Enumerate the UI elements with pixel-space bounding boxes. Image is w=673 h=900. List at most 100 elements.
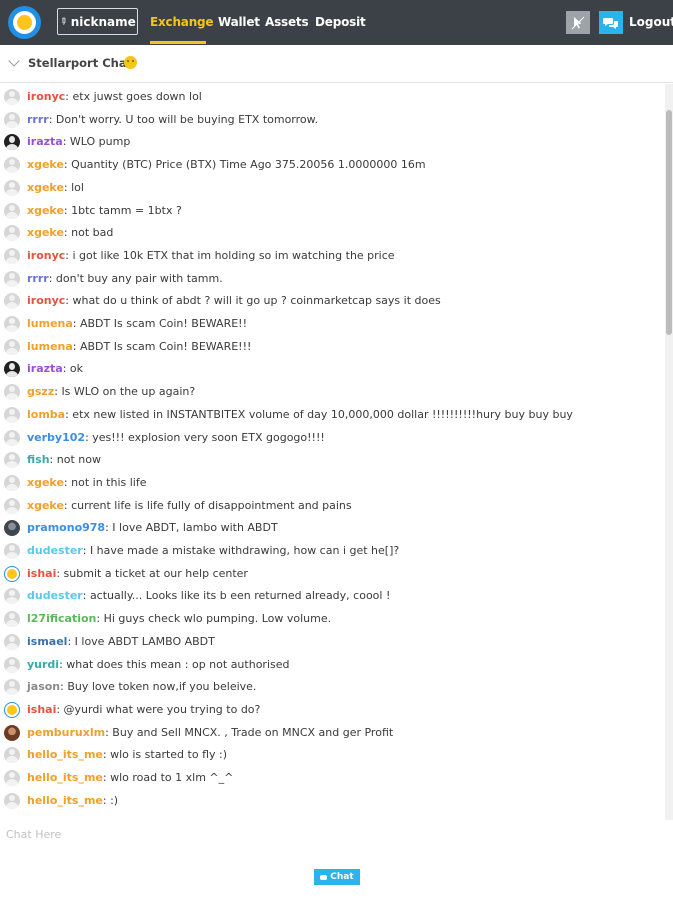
message-username[interactable]: dudester bbox=[27, 544, 83, 557]
avatar[interactable] bbox=[4, 406, 20, 423]
avatar[interactable] bbox=[4, 679, 20, 696]
avatar[interactable] bbox=[4, 225, 20, 242]
message-username[interactable]: yurdi bbox=[27, 658, 59, 671]
message-username[interactable]: xgeke bbox=[27, 499, 64, 512]
chat-message: dudester: I have made a mistake withdraw… bbox=[0, 540, 665, 562]
avatar[interactable] bbox=[4, 520, 20, 537]
message-username[interactable]: xgeke bbox=[27, 158, 64, 171]
avatar[interactable] bbox=[4, 611, 20, 628]
stellarport-logo[interactable] bbox=[8, 6, 41, 39]
avatar[interactable] bbox=[4, 543, 20, 559]
message-username[interactable]: ismael bbox=[27, 635, 67, 648]
message-username[interactable]: ishai bbox=[27, 703, 56, 716]
message-username[interactable]: xgeke bbox=[27, 181, 64, 194]
message-username[interactable]: rrrr bbox=[27, 113, 49, 126]
nav-link-deposit[interactable]: Deposit bbox=[315, 15, 366, 29]
avatar[interactable] bbox=[4, 792, 20, 809]
avatar[interactable] bbox=[4, 270, 20, 287]
message-text: what does this mean : op not authorised bbox=[66, 657, 290, 671]
avatar[interactable] bbox=[4, 656, 20, 673]
message-username[interactable]: ironyc bbox=[27, 294, 65, 307]
avatar[interactable] bbox=[4, 111, 20, 128]
message-username[interactable]: ishai bbox=[27, 567, 56, 580]
chat-header[interactable]: Stellarport Chat bbox=[0, 45, 673, 83]
avatar[interactable] bbox=[4, 429, 20, 446]
message-username[interactable]: irazta bbox=[27, 135, 63, 148]
message-username[interactable]: ironyc bbox=[27, 249, 65, 262]
avatar[interactable] bbox=[4, 633, 20, 650]
logo-ring bbox=[13, 11, 36, 34]
message-username[interactable]: hello_its_me bbox=[27, 748, 103, 761]
avatar[interactable] bbox=[4, 770, 20, 786]
avatar[interactable] bbox=[4, 384, 20, 401]
avatar[interactable] bbox=[4, 202, 20, 219]
message-username[interactable]: verby102 bbox=[27, 431, 85, 444]
message-text: Buy and Sell MNCX. , Trade on MNCX and g… bbox=[112, 725, 394, 739]
avatar[interactable] bbox=[4, 316, 20, 332]
message-username[interactable]: gszz bbox=[27, 385, 54, 398]
message-username[interactable]: rrrr bbox=[27, 272, 49, 285]
message-username[interactable]: fish bbox=[27, 453, 50, 466]
message-username[interactable]: lomba bbox=[27, 408, 65, 421]
message-username[interactable]: ironyc bbox=[27, 90, 65, 103]
nav-link-assets[interactable]: Assets bbox=[265, 15, 309, 29]
message-username[interactable]: l27ification bbox=[27, 612, 96, 625]
chat-message: pramono978: I love ABDT, lambo with ABDT bbox=[0, 517, 665, 539]
message-separator: : bbox=[102, 793, 111, 807]
avatar[interactable] bbox=[4, 452, 20, 469]
nickname-button[interactable]: ✎ nickname bbox=[57, 8, 138, 35]
message-username[interactable]: pemburuxlm bbox=[27, 726, 105, 739]
chat-message: irazta: ok bbox=[0, 358, 665, 380]
message-separator: : bbox=[82, 544, 90, 557]
avatar[interactable] bbox=[4, 293, 20, 310]
avatar[interactable] bbox=[4, 134, 20, 151]
chat-message-list[interactable]: ironyc: etx juwst goes down lol rrrr: Don… bbox=[0, 84, 665, 820]
message-username[interactable]: irazta bbox=[27, 362, 63, 375]
chat-toggle-button[interactable] bbox=[599, 11, 623, 34]
message-line: ironyc: etx juwst goes down lol bbox=[27, 90, 202, 103]
message-username[interactable]: pramono978 bbox=[27, 521, 105, 534]
message-line: fish: not now bbox=[27, 453, 101, 466]
message-username[interactable]: jason bbox=[27, 680, 60, 693]
chat-message: verby102: yes!!! explosion very soon ETX… bbox=[0, 427, 665, 449]
message-username[interactable]: dudester bbox=[27, 589, 83, 602]
message-username[interactable]: xgeke bbox=[27, 204, 64, 217]
nav-link-exchange[interactable]: Exchange bbox=[150, 15, 214, 29]
message-line: verby102: yes!!! explosion very soon ETX… bbox=[27, 431, 325, 444]
message-line: hello_its_me: wlo road to 1 xlm ^_^ bbox=[27, 771, 233, 784]
cursor-toggle-button[interactable] bbox=[566, 11, 590, 34]
message-username[interactable]: lumena bbox=[27, 340, 73, 353]
message-text: WLO pump bbox=[69, 135, 131, 149]
message-separator: : bbox=[102, 748, 111, 762]
avatar[interactable] bbox=[4, 747, 20, 764]
scrollbar-thumb[interactable] bbox=[666, 110, 672, 335]
chat-input[interactable] bbox=[0, 821, 673, 847]
message-username[interactable]: lumena bbox=[27, 317, 73, 330]
avatar[interactable] bbox=[4, 588, 20, 605]
chevron-down-icon[interactable] bbox=[8, 55, 20, 67]
message-username[interactable]: xgeke bbox=[27, 226, 64, 239]
avatar[interactable] bbox=[4, 157, 20, 174]
smiley-icon bbox=[124, 56, 137, 69]
avatar[interactable] bbox=[4, 247, 20, 264]
avatar[interactable] bbox=[4, 497, 20, 514]
avatar[interactable] bbox=[4, 474, 20, 491]
avatar[interactable] bbox=[4, 361, 20, 378]
avatar[interactable] bbox=[4, 565, 20, 582]
avatar[interactable] bbox=[4, 701, 20, 718]
logout-link[interactable]: Logout bbox=[629, 15, 673, 29]
avatar[interactable] bbox=[4, 338, 20, 355]
chat-send-button[interactable]: Chat bbox=[314, 869, 360, 885]
avatar[interactable] bbox=[4, 724, 20, 741]
avatar[interactable] bbox=[4, 179, 20, 196]
message-line: hello_its_me: :) bbox=[27, 794, 118, 807]
nickname-label: nickname bbox=[70, 14, 136, 29]
nav-link-wallet[interactable]: Wallet bbox=[218, 15, 260, 29]
message-username[interactable]: xgeke bbox=[27, 476, 64, 489]
message-username[interactable]: hello_its_me bbox=[27, 771, 103, 784]
message-separator: : bbox=[48, 271, 56, 285]
message-text: 1btc tamm = 1btx ? bbox=[71, 203, 182, 217]
message-username[interactable]: hello_its_me bbox=[27, 794, 103, 807]
message-line: jason: Buy love token now,if you beleive… bbox=[27, 680, 256, 693]
avatar[interactable] bbox=[4, 89, 20, 105]
